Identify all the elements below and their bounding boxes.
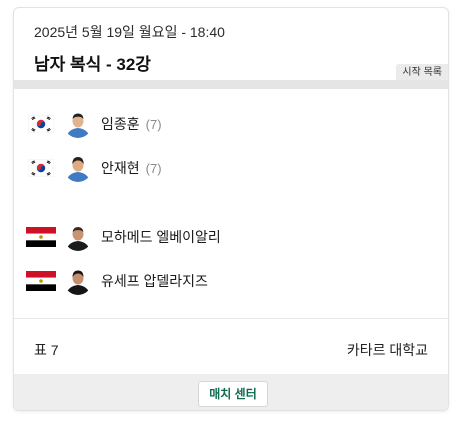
egypt-flag-icon xyxy=(26,222,56,252)
start-list-tag[interactable]: 시작 목록 xyxy=(396,64,448,81)
match-title: 남자 복식 - 32강 xyxy=(34,55,151,74)
player-row[interactable]: 모하메드 엘베이알리 xyxy=(26,217,227,257)
avatar xyxy=(64,223,92,251)
player-name: 임종훈 xyxy=(101,116,140,132)
avatar xyxy=(64,267,92,295)
player-name: 유세프 압델라지즈 xyxy=(101,273,208,289)
match-card: 2025년 5월 19일 월요일 - 18:40 남자 복식 - 32강 시작 … xyxy=(13,7,449,411)
footer-divider xyxy=(14,318,448,319)
player-name: 모하메드 엘베이알리 xyxy=(101,229,221,245)
korea-flag-icon xyxy=(26,153,56,183)
egypt-flag-icon xyxy=(26,266,56,296)
avatar xyxy=(64,154,92,182)
player-row[interactable]: 안재현 (7) xyxy=(26,148,162,188)
player-seed: (7) xyxy=(145,160,162,176)
table-label: 표 7 xyxy=(34,342,59,358)
player-row[interactable]: 임종훈 (7) xyxy=(26,104,162,144)
match-date: 2025년 5월 19일 월요일 - 18:40 xyxy=(34,24,225,40)
korea-flag-icon xyxy=(26,109,56,139)
player-name: 안재현 xyxy=(101,160,140,176)
match-center-button[interactable]: 매치 센터 xyxy=(198,381,268,407)
avatar xyxy=(64,110,92,138)
header-divider xyxy=(14,80,448,89)
venue-label: 카타르 대학교 xyxy=(346,342,428,358)
player-seed: (7) xyxy=(145,116,162,132)
player-row[interactable]: 유세프 압델라지즈 xyxy=(26,261,214,301)
